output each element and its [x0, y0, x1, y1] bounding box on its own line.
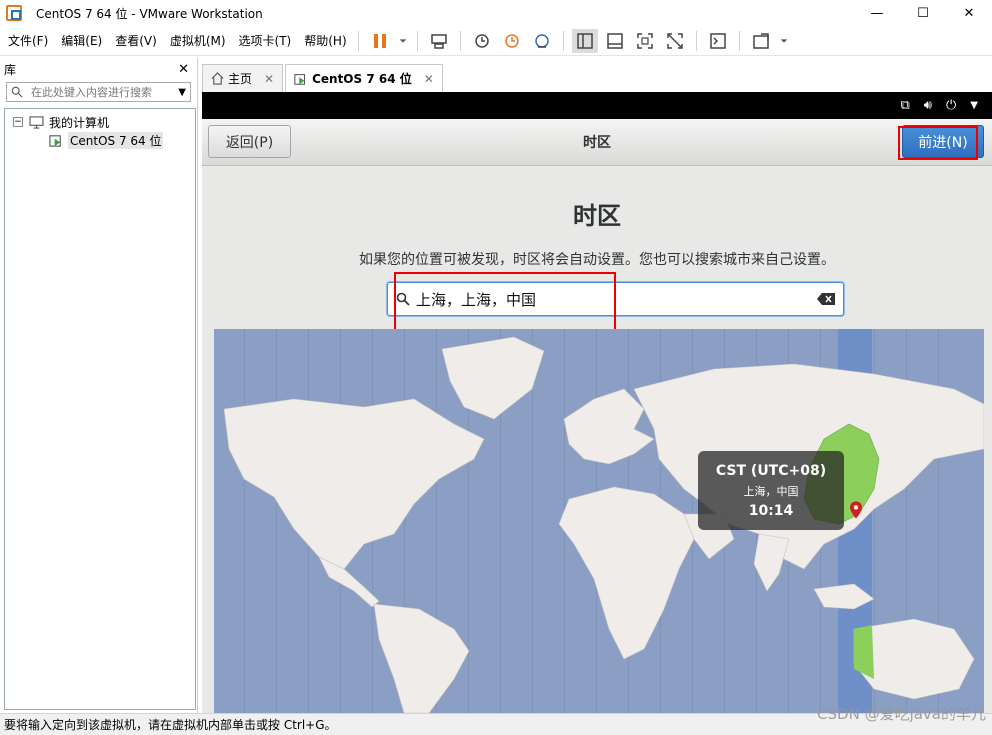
network-icon[interactable]: ⧉: [901, 98, 910, 113]
watermark: CSDN @爱吃java的羊儿: [817, 705, 986, 723]
console-icon[interactable]: [705, 29, 731, 53]
toolbar-separator: [357, 30, 359, 51]
chevron-down-icon[interactable]: ▼: [970, 100, 978, 111]
tab-centos-label: CentOS 7 64 位: [312, 72, 412, 86]
chevron-down-icon[interactable]: [397, 29, 409, 53]
library-title: 库: [4, 62, 17, 77]
dropdown-arrow-icon[interactable]: ▼: [178, 87, 186, 98]
snapshot-icon[interactable]: [469, 29, 495, 53]
revert-snapshot-icon[interactable]: [499, 29, 525, 53]
collapse-icon[interactable]: −: [13, 117, 23, 127]
close-tab-icon[interactable]: ✕: [424, 72, 434, 86]
library-search-input[interactable]: 在此处键入内容进行搜索 ▼: [6, 82, 191, 102]
menu-file[interactable]: 文件(F): [3, 32, 53, 49]
close-tab-icon[interactable]: ✕: [264, 72, 274, 86]
tree-label-my-computer: 我的计算机: [49, 115, 110, 130]
close-library-icon[interactable]: ✕: [178, 62, 189, 77]
library-search-placeholder: 在此处键入内容进行搜索: [31, 86, 152, 99]
library-tree: − 我的计算机 CentOS 7 64 位: [4, 108, 196, 710]
tree-item-my-computer[interactable]: − 我的计算机: [5, 113, 195, 131]
window-titlebar: CentOS 7 64 位 - VMware Workstation — ☐ ✕: [0, 0, 992, 26]
tree-label-centos: CentOS 7 64 位: [68, 131, 164, 149]
unity-off-icon[interactable]: [662, 29, 688, 53]
running-vm-icon: [49, 134, 61, 147]
menu-tabs[interactable]: 选项卡(T): [234, 32, 297, 49]
running-vm-icon: [294, 73, 306, 85]
clear-text-icon[interactable]: [817, 293, 835, 305]
toolbar-separator: [416, 30, 418, 51]
minimize-button[interactable]: —: [854, 0, 900, 26]
toolbar-separator: [562, 30, 564, 51]
installer-header: 返回(P) 时区 前进(N): [202, 119, 992, 166]
computer-icon: [29, 115, 44, 129]
search-icon: [11, 86, 23, 98]
page-title: 时区: [573, 202, 621, 230]
vm-tabs: 主页 ✕ CentOS 7 64 位 ✕: [202, 62, 992, 92]
header-title: 时区: [583, 135, 611, 151]
home-icon: [211, 72, 224, 85]
status-text: 要将输入定向到该虚拟机，请在虚拟机内部单击或按 Ctrl+G。: [4, 718, 337, 732]
highlight-box: [898, 126, 978, 160]
location-pin-icon: [850, 501, 862, 519]
tooltip-time: 10:14: [748, 503, 794, 519]
thumbnail-bar-icon[interactable]: [602, 29, 628, 53]
fit-guest-icon[interactable]: [632, 29, 658, 53]
page-description: 如果您的位置可被发现，时区将会自动设置。您也可以搜索城市来自己设置。: [359, 252, 835, 268]
power-icon[interactable]: ⏻: [946, 98, 956, 113]
vm-console[interactable]: ⧉ 🔊︎ ⏻ ▼ 返回(P) 时区 前进(N) 时区 如果您的位置可被发现，时区…: [202, 92, 992, 713]
menu-view[interactable]: 查看(V): [110, 32, 162, 49]
menu-edit[interactable]: 编辑(E): [56, 32, 107, 49]
tab-home[interactable]: 主页 ✕: [202, 64, 284, 92]
world-landmass: [223, 336, 984, 713]
toolbar-separator: [738, 30, 740, 51]
window-title: CentOS 7 64 位 - VMware Workstation: [36, 6, 263, 21]
tooltip-timezone: CST (UTC+08): [715, 463, 827, 479]
guest-topbar: ⧉ 🔊︎ ⏻ ▼: [202, 92, 992, 119]
toolbar-separator: [459, 30, 461, 51]
menubar: 文件(F) 编辑(E) 查看(V) 虚拟机(M) 选项卡(T) 帮助(H): [0, 26, 992, 56]
vmware-logo-icon: [6, 5, 22, 21]
installer-window: 返回(P) 时区 前进(N) 时区 如果您的位置可被发现，时区将会自动设置。您也…: [202, 119, 992, 713]
pause-icon[interactable]: [367, 29, 393, 53]
toolbar-separator: [695, 30, 697, 51]
tab-home-label: 主页: [228, 72, 253, 86]
send-keys-icon[interactable]: [426, 29, 452, 53]
volume-icon[interactable]: 🔊︎: [924, 98, 932, 113]
tooltip-city: 上海，中国: [743, 485, 799, 498]
menu-vm[interactable]: 虚拟机(M): [165, 32, 231, 49]
menu-help[interactable]: 帮助(H): [299, 32, 351, 49]
library-panel: 库 ✕ 在此处键入内容进行搜索 ▼ − 我的计算机 CentOS 7 64 位: [0, 58, 198, 713]
chevron-down-icon[interactable]: [778, 29, 790, 53]
show-library-icon[interactable]: [571, 28, 598, 53]
maximize-button[interactable]: ☐: [900, 0, 946, 26]
timezone-map[interactable]: CST (UTC+08) 上海，中国 10:14: [214, 329, 984, 713]
close-button[interactable]: ✕: [946, 0, 992, 26]
snapshot-manager-icon[interactable]: [529, 29, 555, 53]
tree-item-centos[interactable]: CentOS 7 64 位: [5, 131, 195, 149]
timezone-tooltip: CST (UTC+08) 上海，中国 10:14: [698, 451, 844, 530]
fullscreen-icon[interactable]: [748, 29, 774, 53]
tab-centos[interactable]: CentOS 7 64 位 ✕: [285, 64, 443, 92]
timezone-page: 时区 如果您的位置可被发现，时区将会自动设置。您也可以搜索城市来自己设置。 上海…: [202, 166, 992, 713]
